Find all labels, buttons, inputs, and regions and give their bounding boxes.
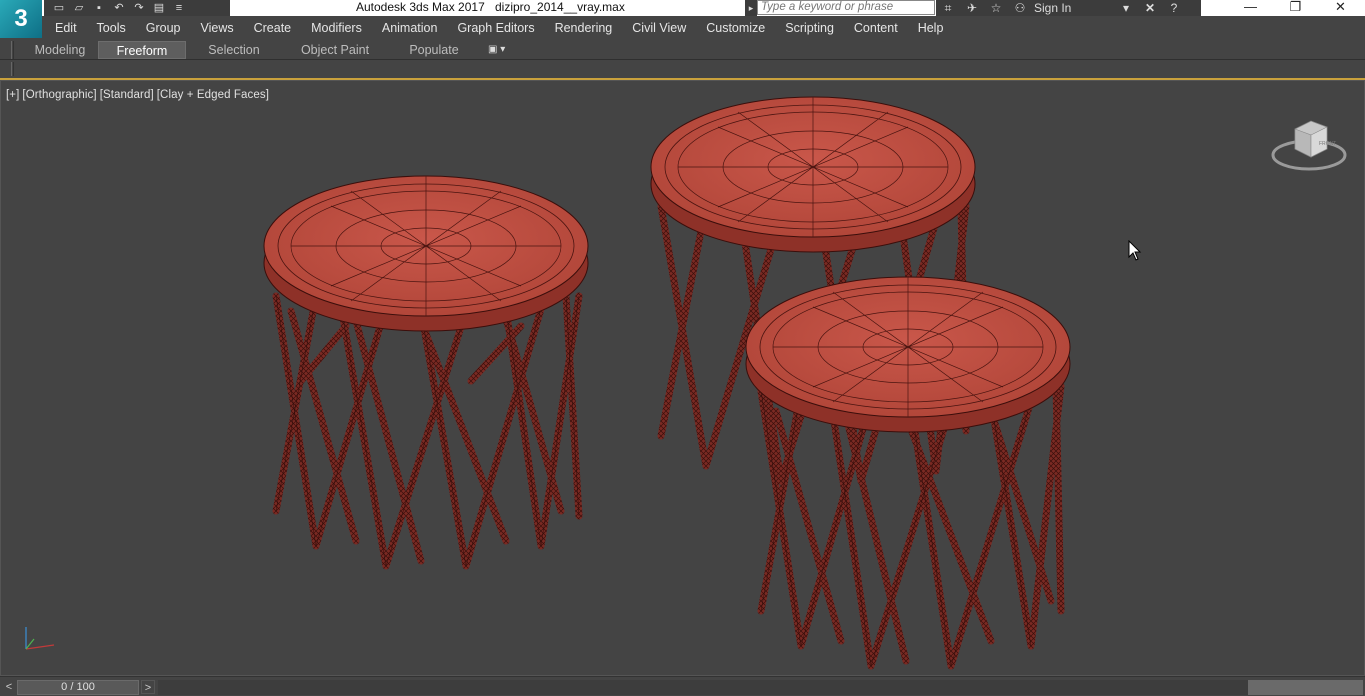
tab-selection[interactable]: Selection bbox=[194, 41, 274, 59]
satellite-icon[interactable]: ✈ bbox=[960, 0, 984, 16]
app-title: Autodesk 3ds Max 2017 bbox=[356, 0, 485, 14]
title-bar: ▭ ▱ ▪ ↶ ↷ ▤ ≡ Autodesk 3ds Max 2017 dizi… bbox=[0, 0, 1365, 16]
ribbon-grip[interactable] bbox=[11, 41, 14, 59]
time-slider-bar: < 0 / 100 > bbox=[0, 676, 1365, 696]
track-bar-end bbox=[1248, 680, 1363, 695]
time-next-button[interactable]: > bbox=[141, 680, 155, 694]
viewport[interactable]: [+] [Orthographic] [Standard] [Clay + Edged… bbox=[0, 80, 1365, 676]
viewcube-front-label: FRONT bbox=[1319, 141, 1336, 147]
menu-rendering[interactable]: Rendering bbox=[545, 16, 623, 40]
scene-objects[interactable] bbox=[1, 81, 1365, 677]
tab-modeling[interactable]: Modeling bbox=[24, 41, 96, 59]
undo-icon[interactable]: ↶ bbox=[110, 1, 128, 15]
exchange-x-icon[interactable]: ✕ bbox=[1138, 0, 1162, 16]
time-slider[interactable]: 0 / 100 bbox=[17, 680, 139, 695]
open-file-icon[interactable]: ▱ bbox=[70, 1, 88, 15]
menu-scripting[interactable]: Scripting bbox=[775, 16, 844, 40]
menu-edit[interactable]: Edit bbox=[45, 16, 87, 40]
menu-views[interactable]: Views bbox=[190, 16, 243, 40]
project-icon[interactable]: ▤ bbox=[150, 1, 168, 15]
ribbon-panel-grip[interactable] bbox=[11, 62, 14, 76]
menu-help[interactable]: Help bbox=[908, 16, 954, 40]
minimize-button[interactable]: — bbox=[1228, 0, 1273, 16]
side-table-front[interactable] bbox=[745, 276, 1071, 670]
quick-access-toolbar: ▭ ▱ ▪ ↶ ↷ ▤ ≡ bbox=[44, 0, 230, 16]
ribbon-options-icon[interactable]: ▣ ▾ bbox=[488, 41, 505, 59]
menu-modifiers[interactable]: Modifiers bbox=[301, 16, 372, 40]
menu-content[interactable]: Content bbox=[844, 16, 908, 40]
ribbon-tabs: Modeling Freeform Selection Object Paint… bbox=[0, 40, 1365, 60]
user-icon: ⚇ bbox=[1014, 1, 1026, 15]
app-logo[interactable]: 3 bbox=[0, 0, 42, 38]
menu-civil-view[interactable]: Civil View bbox=[622, 16, 696, 40]
chevron-down-icon[interactable]: ▾ bbox=[1114, 0, 1138, 16]
menu-tools[interactable]: Tools bbox=[87, 16, 136, 40]
workspace-dropdown-icon[interactable]: ≡ bbox=[170, 1, 188, 15]
menu-animation[interactable]: Animation bbox=[372, 16, 448, 40]
binoculars-icon[interactable]: ⌗ bbox=[936, 0, 960, 16]
infocenter-toolbar: ⌗ ✈ ☆ ⚇ Sign In ▾ ✕ ? bbox=[936, 0, 1201, 16]
sign-in-button[interactable]: Sign In bbox=[1034, 1, 1114, 15]
side-table-left[interactable] bbox=[263, 175, 589, 570]
chevron-right-icon[interactable]: ▸ bbox=[745, 0, 757, 16]
menu-graph-editors[interactable]: Graph Editors bbox=[447, 16, 544, 40]
menu-group[interactable]: Group bbox=[136, 16, 191, 40]
tab-freeform[interactable]: Freeform bbox=[98, 41, 186, 59]
help-icon[interactable]: ? bbox=[1162, 0, 1186, 16]
close-button[interactable]: ✕ bbox=[1318, 0, 1363, 16]
time-prev-button[interactable]: < bbox=[2, 680, 16, 694]
new-file-icon[interactable]: ▭ bbox=[50, 1, 68, 15]
menu-create[interactable]: Create bbox=[244, 16, 302, 40]
star-icon[interactable]: ☆ bbox=[984, 0, 1008, 16]
restore-button[interactable]: ❐ bbox=[1273, 0, 1318, 16]
mouse-cursor-icon bbox=[1128, 240, 1142, 261]
ribbon-panel bbox=[0, 60, 1365, 78]
time-track[interactable] bbox=[158, 680, 1248, 695]
redo-icon[interactable]: ↷ bbox=[130, 1, 148, 15]
menu-bar: Edit Tools Group Views Create Modifiers … bbox=[0, 16, 1365, 40]
axis-tripod-icon bbox=[25, 627, 55, 650]
tab-populate[interactable]: Populate bbox=[396, 41, 472, 59]
menu-customize[interactable]: Customize bbox=[696, 16, 775, 40]
search-input[interactable]: Type a keyword or phrase bbox=[757, 0, 935, 15]
file-name: dizipro_2014__vray.max bbox=[495, 0, 625, 14]
tab-object-paint[interactable]: Object Paint bbox=[290, 41, 380, 59]
save-icon[interactable]: ▪ bbox=[90, 1, 108, 15]
viewcube-icon[interactable]: FRONT bbox=[1269, 115, 1349, 177]
